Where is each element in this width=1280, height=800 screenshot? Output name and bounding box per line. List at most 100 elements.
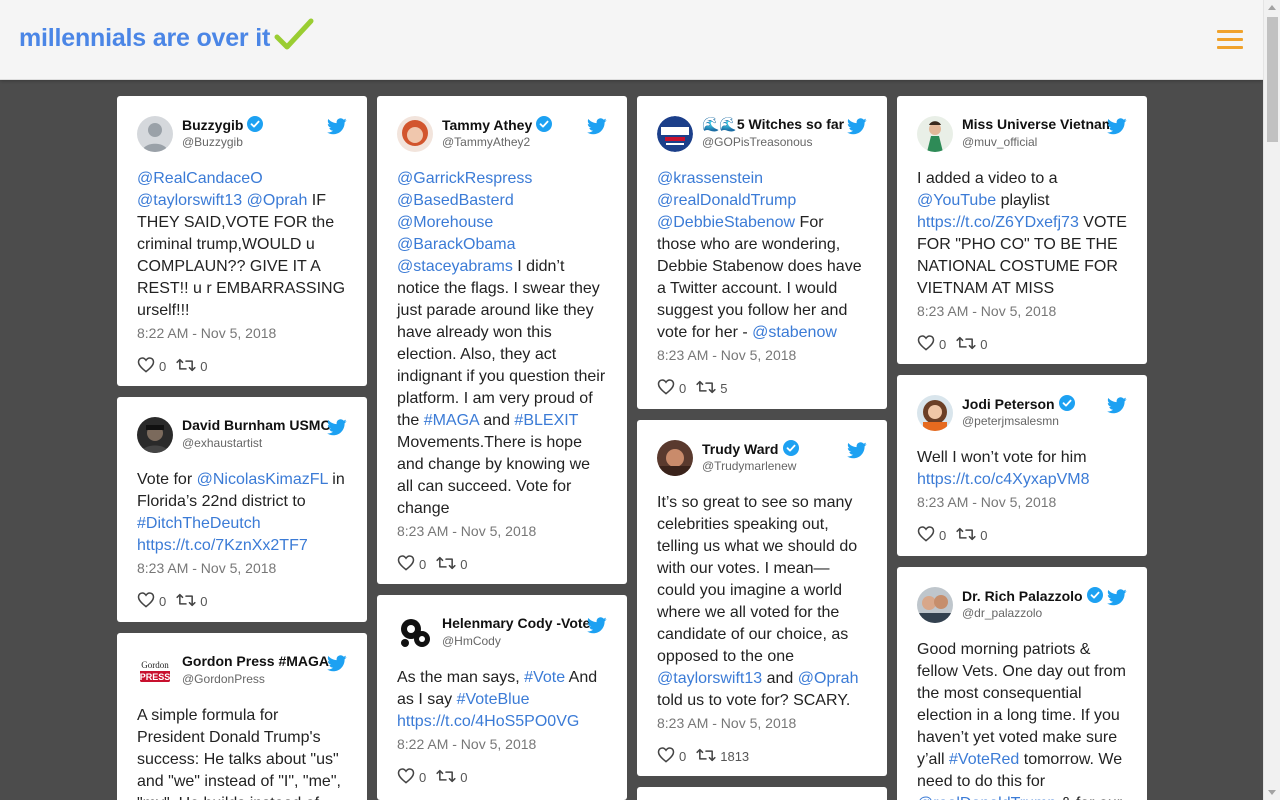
tweet-link[interactable]: @stabenow (752, 324, 837, 341)
twitter-bird-icon[interactable] (1107, 118, 1127, 140)
tweet-link[interactable]: @realDonaldTrump (657, 192, 796, 209)
twitter-bird-icon[interactable] (1107, 397, 1127, 419)
retweet-button[interactable]: 0 (436, 768, 467, 787)
author-handle[interactable]: @HmCody (442, 634, 501, 648)
tweet-link[interactable]: @Oprah (247, 192, 308, 209)
author-name-row[interactable]: 🌊🌊5 Witches so far (702, 116, 850, 134)
author-name-row[interactable]: Jodi Peterson (962, 395, 1110, 413)
author-name[interactable]: Miss Universe Vietnam (962, 116, 1110, 132)
twitter-bird-icon[interactable] (327, 118, 347, 140)
tweet-link[interactable]: https://t.co/c4XyxapVM8 (917, 471, 1090, 488)
tweet-link[interactable]: https://t.co/Z6YDxefj73 (917, 214, 1079, 231)
tweet-link[interactable]: @Morehouse (397, 214, 493, 231)
tweet-link[interactable]: @taylorswift13 (657, 670, 762, 687)
avatar[interactable] (397, 615, 433, 651)
tweet-link[interactable]: @DebbieStabenow (657, 214, 795, 231)
author-name-row[interactable]: Miss Universe Vietnam (962, 116, 1110, 134)
tweet-timestamp[interactable]: 8:23 AM - Nov 5, 2018 (917, 302, 1127, 320)
tweet-card[interactable]: 🌊🌊5 Witches so far @GOPisTreasonous @krass… (637, 96, 887, 409)
author-name[interactable]: Trudy Ward (702, 441, 779, 457)
tweet-timestamp[interactable]: 8:23 AM - Nov 5, 2018 (917, 493, 1127, 511)
tweet-timestamp[interactable]: 8:22 AM - Nov 5, 2018 (137, 324, 347, 342)
author-name[interactable]: Buzzygib (182, 117, 243, 133)
tweet-card[interactable]: Buzzygib @Buzzygib @RealCandaceO @taylorsw… (117, 96, 367, 386)
avatar[interactable] (397, 116, 433, 152)
author-handle[interactable]: @dr_palazzolo (962, 606, 1042, 620)
author-name-row[interactable]: Buzzygib (182, 116, 330, 134)
site-title[interactable]: millennials are over it (19, 24, 270, 53)
author-name-row[interactable]: Dr. Rich Palazzolo (962, 587, 1110, 605)
avatar[interactable] (917, 587, 953, 623)
tweet-link[interactable]: @Oprah (798, 670, 859, 687)
tweet-card[interactable]: David Burnham USMC @exhaustartist Vote for… (117, 397, 367, 622)
author-name[interactable]: Gordon Press #MAGA (182, 653, 329, 669)
author-handle[interactable]: @GOPisTreasonous (702, 135, 812, 149)
retweet-button[interactable]: 1813 (696, 747, 749, 766)
author-handle[interactable]: @Trudymarlenew (702, 459, 796, 473)
scroll-down-arrow-icon[interactable] (1268, 790, 1276, 795)
tweet-timestamp[interactable]: 8:23 AM - Nov 5, 2018 (657, 346, 867, 364)
tweet-card[interactable]: Jodi Peterson @peterjmsalesmn Well I won’t… (897, 375, 1147, 556)
like-button[interactable]: 0 (137, 591, 166, 611)
like-button[interactable]: 0 (657, 378, 686, 398)
author-handle[interactable]: @muv_official (962, 135, 1037, 149)
tweet-card[interactable]: Dr. Rich Palazzolo @dr_palazzolo Good morn… (897, 567, 1147, 800)
author-name-row[interactable]: Gordon Press #MAGA (182, 653, 330, 671)
like-button[interactable]: 0 (397, 767, 426, 787)
tweet-link[interactable]: @YouTube (917, 192, 996, 209)
tweet-link[interactable]: @GarrickRespress (397, 170, 532, 187)
avatar[interactable] (917, 116, 953, 152)
tweet-link[interactable]: #BLEXIT (514, 412, 578, 429)
scroll-up-arrow-icon[interactable] (1268, 5, 1276, 10)
avatar[interactable] (917, 395, 953, 431)
retweet-button[interactable]: 0 (176, 592, 207, 611)
author-name[interactable]: Jodi Peterson (962, 396, 1055, 412)
tweet-link[interactable]: @taylorswift13 (137, 192, 242, 209)
tweet-card[interactable]: Miss Universe Vietnam @muv_official I adde… (897, 96, 1147, 364)
twitter-bird-icon[interactable] (327, 419, 347, 441)
twitter-bird-icon[interactable] (1107, 589, 1127, 611)
hamburger-icon[interactable] (1217, 30, 1243, 50)
twitter-bird-icon[interactable] (327, 655, 347, 677)
tweet-link[interactable]: #VoteBlue (457, 691, 530, 708)
twitter-bird-icon[interactable] (847, 442, 867, 464)
tweet-link[interactable]: @BasedBasterd (397, 192, 514, 209)
like-button[interactable]: 0 (397, 554, 426, 574)
author-handle[interactable]: @TammyAthey2 (442, 135, 530, 149)
retweet-button[interactable]: 0 (176, 357, 207, 376)
author-name[interactable]: 🌊🌊5 Witches so far (702, 116, 844, 132)
author-name-row[interactable]: Tammy Athey (442, 116, 590, 134)
author-name-row[interactable]: David Burnham USMC (182, 417, 330, 435)
tweet-card[interactable]: Trudy Ward @Trudymarlenew It’s so great to… (637, 420, 887, 776)
author-name-row[interactable]: Trudy Ward (702, 440, 850, 458)
tweet-link[interactable]: #MAGA (424, 412, 479, 429)
retweet-button[interactable]: 5 (696, 379, 727, 398)
like-button[interactable]: 0 (137, 356, 166, 376)
like-button[interactable]: 0 (917, 525, 946, 545)
scrollbar[interactable] (1263, 0, 1280, 800)
author-handle[interactable]: @GordonPress (182, 672, 265, 686)
tweet-link[interactable]: https://t.co/7KznXx2TF7 (137, 537, 308, 554)
tweet-card[interactable]: Tammy Athey @TammyAthey2 @GarrickRespress … (377, 96, 627, 584)
tweet-link[interactable]: #Vote (524, 669, 565, 686)
retweet-button[interactable]: 0 (956, 526, 987, 545)
retweet-button[interactable]: 0 (436, 555, 467, 574)
tweet-link[interactable]: @krassenstein (657, 170, 763, 187)
tweet-timestamp[interactable]: 8:22 AM - Nov 5, 2018 (397, 735, 607, 753)
like-button[interactable]: 0 (917, 334, 946, 354)
twitter-bird-icon[interactable] (587, 118, 607, 140)
author-name[interactable]: Helenmary Cody -Vote (442, 615, 590, 631)
avatar[interactable] (137, 417, 173, 453)
tweet-link[interactable]: https://t.co/4HoS5PO0VG (397, 713, 579, 730)
twitter-bird-icon[interactable] (847, 118, 867, 140)
scrollbar-thumb[interactable] (1267, 17, 1278, 142)
tweet-link[interactable]: @NicolasKimazFL (197, 471, 328, 488)
avatar[interactable]: Gordon PRESS (137, 653, 173, 689)
author-handle[interactable]: @exhaustartist (182, 436, 262, 450)
tweet-card[interactable] (637, 787, 887, 800)
tweet-link[interactable]: @staceyabrams (397, 258, 513, 275)
retweet-button[interactable]: 0 (956, 335, 987, 354)
author-name[interactable]: Tammy Athey (442, 117, 532, 133)
avatar[interactable] (657, 116, 693, 152)
tweet-card[interactable]: Gordon PRESS Gordon Press #MAGA @GordonPres… (117, 633, 367, 800)
